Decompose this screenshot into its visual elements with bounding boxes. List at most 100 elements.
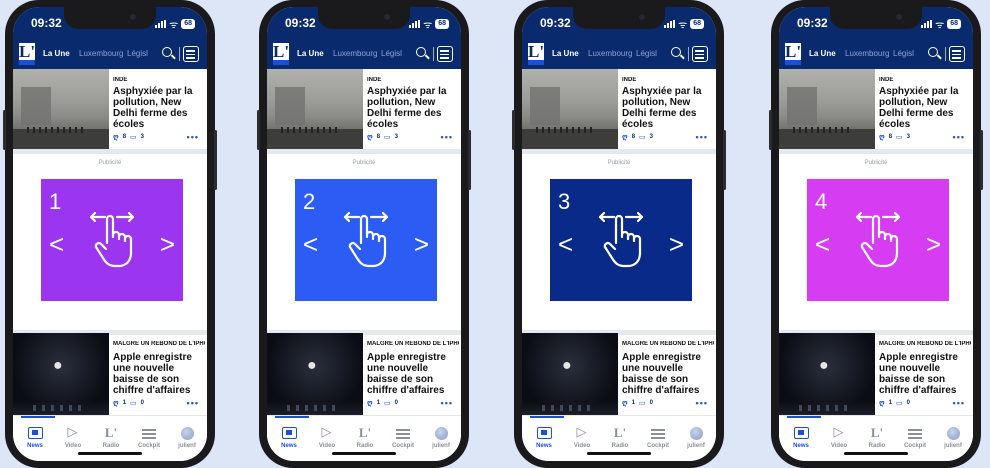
logo[interactable]: L' (273, 43, 289, 65)
chevron-right-icon[interactable]: > (160, 229, 175, 260)
ad-banner[interactable]: 3 < > (550, 179, 692, 301)
article-card[interactable]: ● MALGRÉ UN REBOND DE L'IPHONE Apple enr… (779, 333, 973, 415)
tab-video[interactable]: Video (564, 424, 600, 449)
like-icon[interactable]: ღ (879, 399, 885, 407)
tab-profile[interactable]: julienf (935, 426, 971, 449)
like-icon[interactable]: ღ (113, 133, 119, 141)
more-options-icon[interactable]: ••• (187, 398, 199, 408)
search-icon[interactable] (927, 46, 942, 62)
tab-cockpit[interactable]: Cockpit (897, 426, 933, 449)
chevron-right-icon[interactable]: > (669, 229, 684, 260)
chevron-right-icon[interactable]: > (926, 229, 941, 260)
chevron-right-icon[interactable]: > (414, 229, 429, 260)
tab-luxembourg[interactable]: Luxembourg (588, 49, 632, 58)
article-headline[interactable]: Asphyxiée par la pollution, New Delhi fe… (622, 86, 714, 130)
filter-icon[interactable] (949, 46, 965, 62)
tab-luxembourg[interactable]: Luxembourg (333, 49, 377, 58)
tab-cockpit[interactable]: Cockpit (385, 426, 421, 449)
article-headline[interactable]: Apple enregistre une nouvelle baisse de … (113, 352, 205, 396)
search-icon[interactable] (415, 46, 430, 62)
more-options-icon[interactable]: ••• (696, 398, 708, 408)
more-options-icon[interactable]: ••• (953, 132, 965, 142)
tab-radio[interactable]: L' Radio (347, 425, 383, 449)
like-icon[interactable]: ღ (622, 133, 628, 141)
article-card[interactable]: ● MALGRÉ UN REBOND DE L'IPHONE Apple enr… (522, 333, 716, 415)
tab-profile[interactable]: julienf (423, 426, 459, 449)
more-options-icon[interactable]: ••• (441, 132, 453, 142)
logo[interactable]: L' (19, 43, 35, 65)
tab-legislatives[interactable]: Législ (893, 49, 917, 58)
comment-icon[interactable]: ▭ (130, 133, 137, 141)
more-options-icon[interactable]: ••• (187, 132, 199, 142)
like-icon[interactable]: ღ (622, 399, 628, 407)
more-options-icon[interactable]: ••• (441, 398, 453, 408)
ad-banner[interactable]: 2 < > (295, 179, 437, 301)
tab-profile[interactable]: julienf (169, 426, 205, 449)
article-thumbnail[interactable] (13, 69, 109, 149)
tab-profile[interactable]: julienf (678, 426, 714, 449)
tab-radio[interactable]: L' Radio (602, 425, 638, 449)
article-card[interactable]: INDE Asphyxiée par la pollution, New Del… (779, 69, 973, 149)
article-headline[interactable]: Apple enregistre une nouvelle baisse de … (622, 352, 714, 396)
like-icon[interactable]: ღ (113, 399, 119, 407)
chevron-left-icon[interactable]: < (815, 229, 830, 260)
tab-la-une[interactable]: La Une (297, 49, 324, 58)
article-card[interactable]: ● MALGRÉ UN REBOND DE L'IPHONE Apple enr… (13, 333, 207, 415)
article-card[interactable]: ● MALGRÉ UN REBOND DE L'IPHONE Apple enr… (267, 333, 461, 415)
article-thumbnail[interactable]: ● (779, 333, 875, 415)
article-card[interactable]: INDE Asphyxiée par la pollution, New Del… (522, 69, 716, 149)
tab-news[interactable]: News (783, 426, 819, 449)
like-icon[interactable]: ღ (367, 133, 373, 141)
tab-legislatives[interactable]: Législ (636, 49, 660, 58)
chevron-left-icon[interactable]: < (49, 229, 64, 260)
article-headline[interactable]: Asphyxiée par la pollution, New Delhi fe… (113, 86, 205, 130)
article-card[interactable]: INDE Asphyxiée par la pollution, New Del… (13, 69, 207, 149)
search-icon[interactable] (670, 46, 685, 62)
logo[interactable]: L' (785, 43, 801, 65)
tab-radio[interactable]: L' Radio (93, 425, 129, 449)
comment-icon[interactable]: ▭ (639, 399, 646, 407)
comment-icon[interactable]: ▭ (896, 133, 903, 141)
tab-cockpit[interactable]: Cockpit (131, 426, 167, 449)
article-thumbnail[interactable] (522, 69, 618, 149)
tab-video[interactable]: Video (821, 424, 857, 449)
article-headline[interactable]: Apple enregistre une nouvelle baisse de … (367, 352, 459, 396)
tab-la-une[interactable]: La Une (552, 49, 579, 58)
chevron-left-icon[interactable]: < (558, 229, 573, 260)
tab-cockpit[interactable]: Cockpit (640, 426, 676, 449)
tab-legislatives[interactable]: Législ (381, 49, 405, 58)
ad-banner[interactable]: 1 < > (41, 179, 183, 301)
comment-icon[interactable]: ▭ (896, 399, 903, 407)
chevron-left-icon[interactable]: < (303, 229, 318, 260)
tab-news[interactable]: News (526, 426, 562, 449)
ad-banner[interactable]: 4 < > (807, 179, 949, 301)
more-options-icon[interactable]: ••• (696, 132, 708, 142)
article-headline[interactable]: Asphyxiée par la pollution, New Delhi fe… (367, 86, 459, 130)
like-icon[interactable]: ღ (367, 399, 373, 407)
tab-la-une[interactable]: La Une (809, 49, 836, 58)
article-thumbnail[interactable]: ● (267, 333, 363, 415)
comment-icon[interactable]: ▭ (130, 399, 137, 407)
tab-news[interactable]: News (17, 426, 53, 449)
comment-icon[interactable]: ▭ (384, 399, 391, 407)
tab-luxembourg[interactable]: Luxembourg (845, 49, 889, 58)
tab-video[interactable]: Video (309, 424, 345, 449)
comment-icon[interactable]: ▭ (384, 133, 391, 141)
filter-icon[interactable] (183, 46, 199, 62)
article-headline[interactable]: Apple enregistre une nouvelle baisse de … (879, 352, 971, 396)
more-options-icon[interactable]: ••• (953, 398, 965, 408)
tab-luxembourg[interactable]: Luxembourg (79, 49, 123, 58)
article-headline[interactable]: Asphyxiée par la pollution, New Delhi fe… (879, 86, 971, 130)
comment-icon[interactable]: ▭ (639, 133, 646, 141)
tab-la-une[interactable]: La Une (43, 49, 70, 58)
logo[interactable]: L' (528, 43, 544, 65)
like-icon[interactable]: ღ (879, 133, 885, 141)
filter-icon[interactable] (692, 46, 708, 62)
article-thumbnail[interactable]: ● (522, 333, 618, 415)
tab-legislatives[interactable]: Législ (127, 49, 151, 58)
article-thumbnail[interactable] (779, 69, 875, 149)
article-thumbnail[interactable]: ● (13, 333, 109, 415)
article-thumbnail[interactable] (267, 69, 363, 149)
article-card[interactable]: INDE Asphyxiée par la pollution, New Del… (267, 69, 461, 149)
filter-icon[interactable] (437, 46, 453, 62)
